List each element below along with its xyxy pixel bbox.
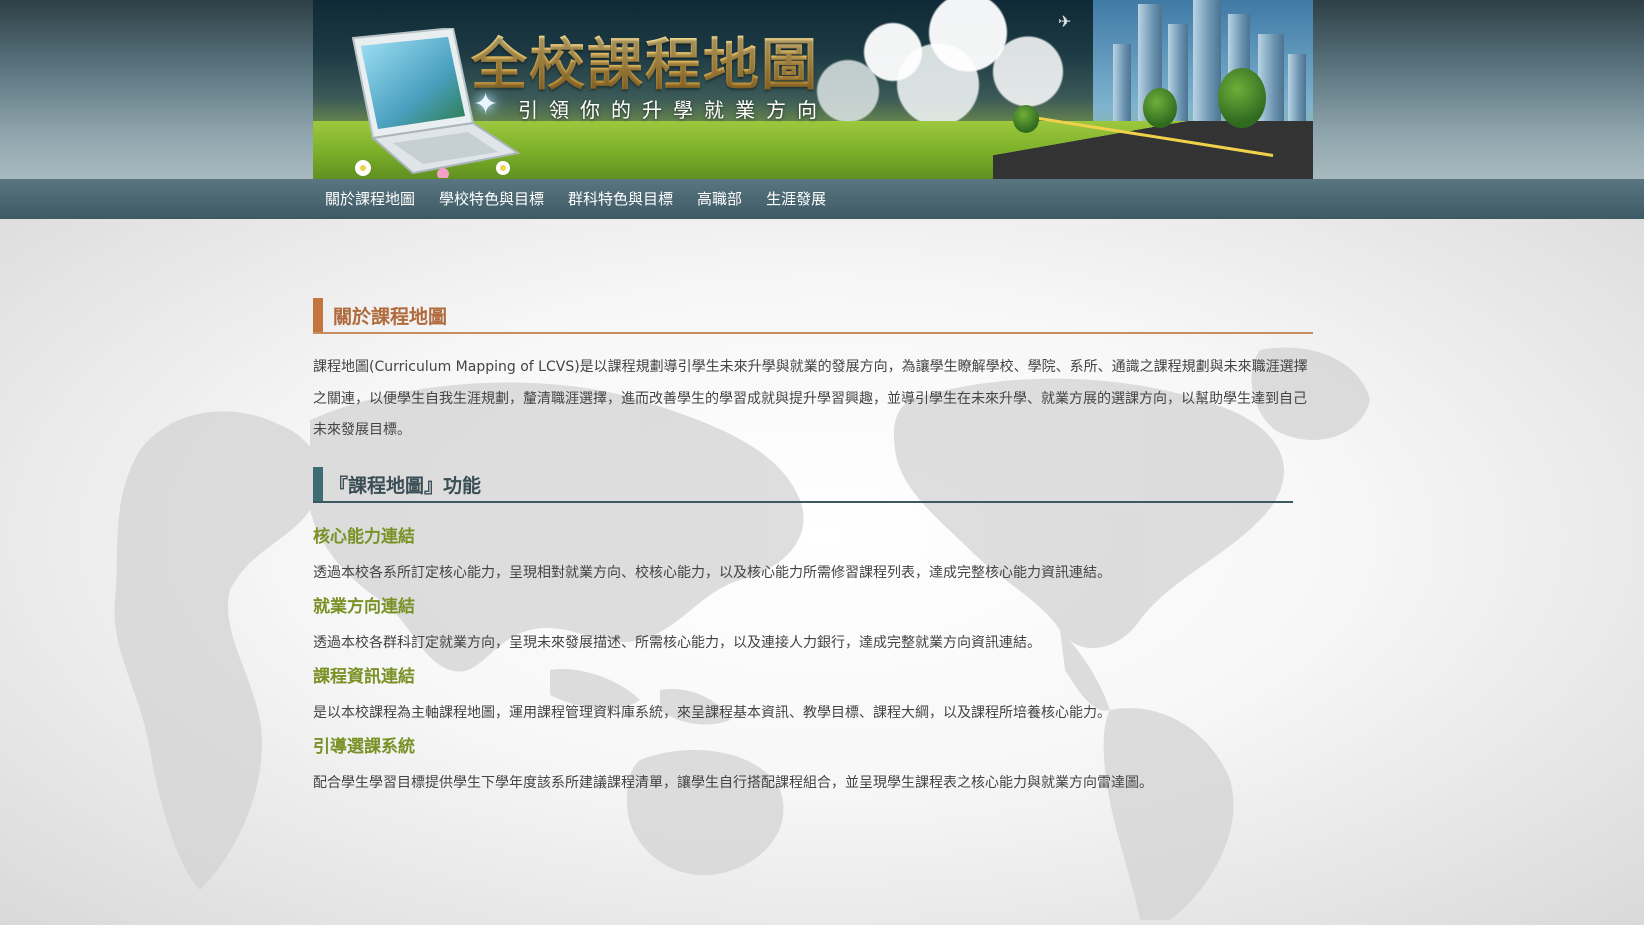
main-content: 關於課程地圖 課程地圖(Curriculum Mapping of LCVS)是… <box>313 298 1313 805</box>
feature-description: 透過本校各系所訂定核心能力，呈現相對就業方向、校核心能力，以及核心能力所需修習課… <box>313 564 1111 581</box>
feature-career-direction: 就業方向連結 透過本校各群科訂定就業方向，呈現未來發展描述、所需核心能力，以及連… <box>313 595 1313 655</box>
feature-description: 透過本校各群科訂定就業方向，呈現未來發展描述、所需核心能力，以及連接人力銀行，達… <box>313 634 1041 651</box>
feature-title: 課程資訊連結 <box>313 666 415 687</box>
feature-course-info: 課程資訊連結 是以本校課程為主軸課程地圖，運用課程管理資料庫系統，來呈課程基本資… <box>313 665 1313 725</box>
nav-item-career[interactable]: 生涯發展 <box>754 179 838 219</box>
road-graphic <box>993 121 1313 179</box>
functions-section-heading: 『課程地圖』功能 <box>313 466 1293 503</box>
feature-description: 配合學生學習目標提供學生下學年度該系所建議課程清單，讓學生自行搭配課程組合，並呈… <box>313 774 1153 791</box>
about-section-title: 關於課程地圖 <box>333 306 448 328</box>
banner-title: 全校課程地圖 <box>471 20 819 101</box>
about-section-heading: 關於課程地圖 <box>313 298 1313 334</box>
tree-graphic <box>1013 105 1039 133</box>
feature-core-competency: 核心能力連結 透過本校各系所訂定核心能力，呈現相對就業方向、校核心能力，以及核心… <box>313 525 1313 585</box>
about-description: 課程地圖(Curriculum Mapping of LCVS)是以課程規劃導引… <box>313 359 1308 438</box>
feature-title: 引導選課系統 <box>313 736 415 757</box>
feature-course-guidance: 引導選課系統 配合學生學習目標提供學生下學年度該系所建議課程清單，讓學生自行搭配… <box>313 735 1313 795</box>
heading-accent-bar <box>313 466 323 501</box>
nav-item-school-features[interactable]: 學校特色與目標 <box>427 179 556 219</box>
feature-title: 就業方向連結 <box>313 596 415 617</box>
main-navigation: 關於課程地圖 學校特色與目標 群科特色與目標 高職部 生涯發展 <box>0 179 1644 219</box>
tree-graphic <box>1218 68 1266 128</box>
functions-section-title: 『課程地圖』功能 <box>329 474 482 497</box>
nav-item-about[interactable]: 關於課程地圖 <box>313 179 427 219</box>
heading-accent-bar <box>313 298 323 332</box>
feature-description: 是以本校課程為主軸課程地圖，運用課程管理資料庫系統，來呈課程基本資訊、教學目標、… <box>313 704 1111 721</box>
nav-item-vocational[interactable]: 高職部 <box>685 179 754 219</box>
nav-item-department-features[interactable]: 群科特色與目標 <box>556 179 685 219</box>
header-banner: 全校課程地圖 ✦ 引領你的升學就業方向 ✈ <box>313 0 1313 179</box>
tree-graphic <box>1143 88 1177 128</box>
feature-title: 核心能力連結 <box>313 526 415 547</box>
banner-subtitle: 引領你的升學就業方向 <box>518 98 828 122</box>
airplane-icon: ✈ <box>1058 12 1072 31</box>
sparkle-icon: ✦ <box>473 87 499 122</box>
